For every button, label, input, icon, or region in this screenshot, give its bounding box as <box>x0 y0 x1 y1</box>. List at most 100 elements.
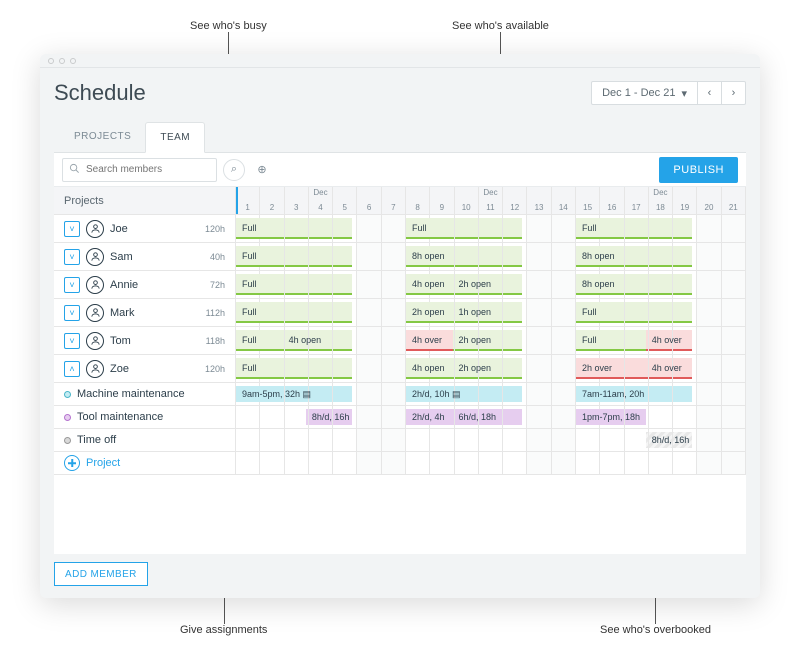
date-range-button[interactable]: Dec 1 - Dec 21 ▾ <box>591 81 698 105</box>
day-cell: Full <box>236 299 260 326</box>
day-header: 8 <box>406 187 430 214</box>
add-project-row: Project <box>54 452 746 475</box>
day-cell <box>382 299 406 326</box>
day-cell: Full <box>236 243 260 270</box>
day-cell <box>722 429 746 451</box>
day-cell <box>357 243 381 270</box>
day-cell <box>309 215 333 242</box>
day-header: 12 <box>503 187 527 214</box>
day-cell <box>357 406 381 428</box>
person-row: ˅ Annie 72h Full4h open2h open8h open <box>54 271 746 299</box>
day-cell <box>552 243 576 270</box>
day-cell <box>382 327 406 354</box>
day-cell <box>527 299 551 326</box>
expand-toggle[interactable]: ˅ <box>64 277 80 293</box>
day-cell <box>285 271 309 298</box>
callout-busy: See who's busy <box>190 20 267 32</box>
day-cell <box>333 271 357 298</box>
task-row: Machine maintenance 9am-5pm, 32h ▤2h/d, … <box>54 383 746 406</box>
avatar-icon <box>86 248 104 266</box>
person-name: Mark <box>110 307 200 319</box>
day-cell: 4h over2h open <box>406 327 430 354</box>
add-row-button[interactable]: ⊕ <box>251 159 273 181</box>
day-cell: 2h over4h over <box>576 355 600 382</box>
day-cell <box>552 383 576 405</box>
day-cell: 7am-11am, 20h <box>576 383 600 405</box>
day-cell <box>260 271 284 298</box>
avatar-icon <box>86 360 104 378</box>
avatar-icon <box>86 332 104 350</box>
day-cell <box>309 383 333 405</box>
day-cell <box>455 243 479 270</box>
day-cell: 9am-5pm, 32h ▤ <box>236 383 260 405</box>
day-cell <box>260 215 284 242</box>
day-cell <box>260 327 284 354</box>
day-cell <box>285 299 309 326</box>
task-row: Tool maintenance 8h/d, 16h2h/d, 4h6h/d, … <box>54 406 746 429</box>
day-cell <box>503 429 527 451</box>
day-cell <box>697 243 721 270</box>
day-cell <box>260 299 284 326</box>
day-cell <box>479 383 503 405</box>
filter-button[interactable]: ⌕ <box>223 159 245 181</box>
next-range-button[interactable]: › <box>722 81 746 105</box>
day-cell: 2h/d, 10h ▤ <box>406 383 430 405</box>
day-cell <box>285 243 309 270</box>
day-cell <box>479 243 503 270</box>
day-cell: 8h/d, 16h <box>576 429 600 451</box>
day-cell <box>260 355 284 382</box>
day-cell <box>357 271 381 298</box>
day-cell <box>673 299 697 326</box>
add-project-button[interactable]: Project <box>64 455 120 471</box>
person-row: ˅ Joe 120h FullFullFull <box>54 215 746 243</box>
day-header: 5 <box>333 187 357 214</box>
tab-projects[interactable]: PROJECTS <box>60 122 145 152</box>
add-member-button[interactable]: ADD MEMBER <box>54 562 148 586</box>
day-cell <box>649 299 673 326</box>
day-cell: 2h/d, 4h6h/d, 18h <box>406 406 430 428</box>
day-cell: 4h open2h open <box>406 355 430 382</box>
day-cell: Full <box>236 215 260 242</box>
task-color-dot <box>64 391 71 398</box>
day-cell <box>333 383 357 405</box>
day-cell <box>503 383 527 405</box>
day-cell <box>527 243 551 270</box>
day-cell <box>357 299 381 326</box>
day-cell: 8h/d, 16h <box>236 406 260 428</box>
day-cell <box>309 299 333 326</box>
day-cell <box>357 215 381 242</box>
day-cell <box>527 215 551 242</box>
day-cell <box>697 383 721 405</box>
day-cell <box>503 355 527 382</box>
day-cell <box>625 355 649 382</box>
day-cell <box>673 383 697 405</box>
day-header: 19 <box>673 187 697 214</box>
expand-toggle[interactable]: ˄ <box>64 361 80 377</box>
prev-range-button[interactable]: ‹ <box>698 81 722 105</box>
search-input[interactable] <box>84 163 210 176</box>
day-cell <box>722 215 746 242</box>
tab-team[interactable]: TEAM <box>145 122 205 153</box>
search-field[interactable] <box>62 158 217 182</box>
day-header: 17 <box>625 187 649 214</box>
expand-toggle[interactable]: ˅ <box>64 333 80 349</box>
expand-toggle[interactable]: ˅ <box>64 221 80 237</box>
day-header: Dec11 <box>479 187 503 214</box>
day-header: 7 <box>382 187 406 214</box>
expand-toggle[interactable]: ˅ <box>64 305 80 321</box>
person-hours: 120h <box>205 224 225 234</box>
day-cell <box>357 355 381 382</box>
day-cell <box>625 429 649 451</box>
publish-button[interactable]: PUBLISH <box>659 157 738 183</box>
day-cell: 8h open <box>406 243 430 270</box>
day-header: 3 <box>285 187 309 214</box>
day-cell <box>333 429 357 451</box>
expand-toggle[interactable]: ˅ <box>64 249 80 265</box>
day-cell <box>503 271 527 298</box>
day-cell: 8h open <box>576 271 600 298</box>
day-cell <box>625 215 649 242</box>
day-cell <box>382 429 406 451</box>
day-cell <box>722 383 746 405</box>
day-cell <box>333 355 357 382</box>
day-cell <box>479 429 503 451</box>
